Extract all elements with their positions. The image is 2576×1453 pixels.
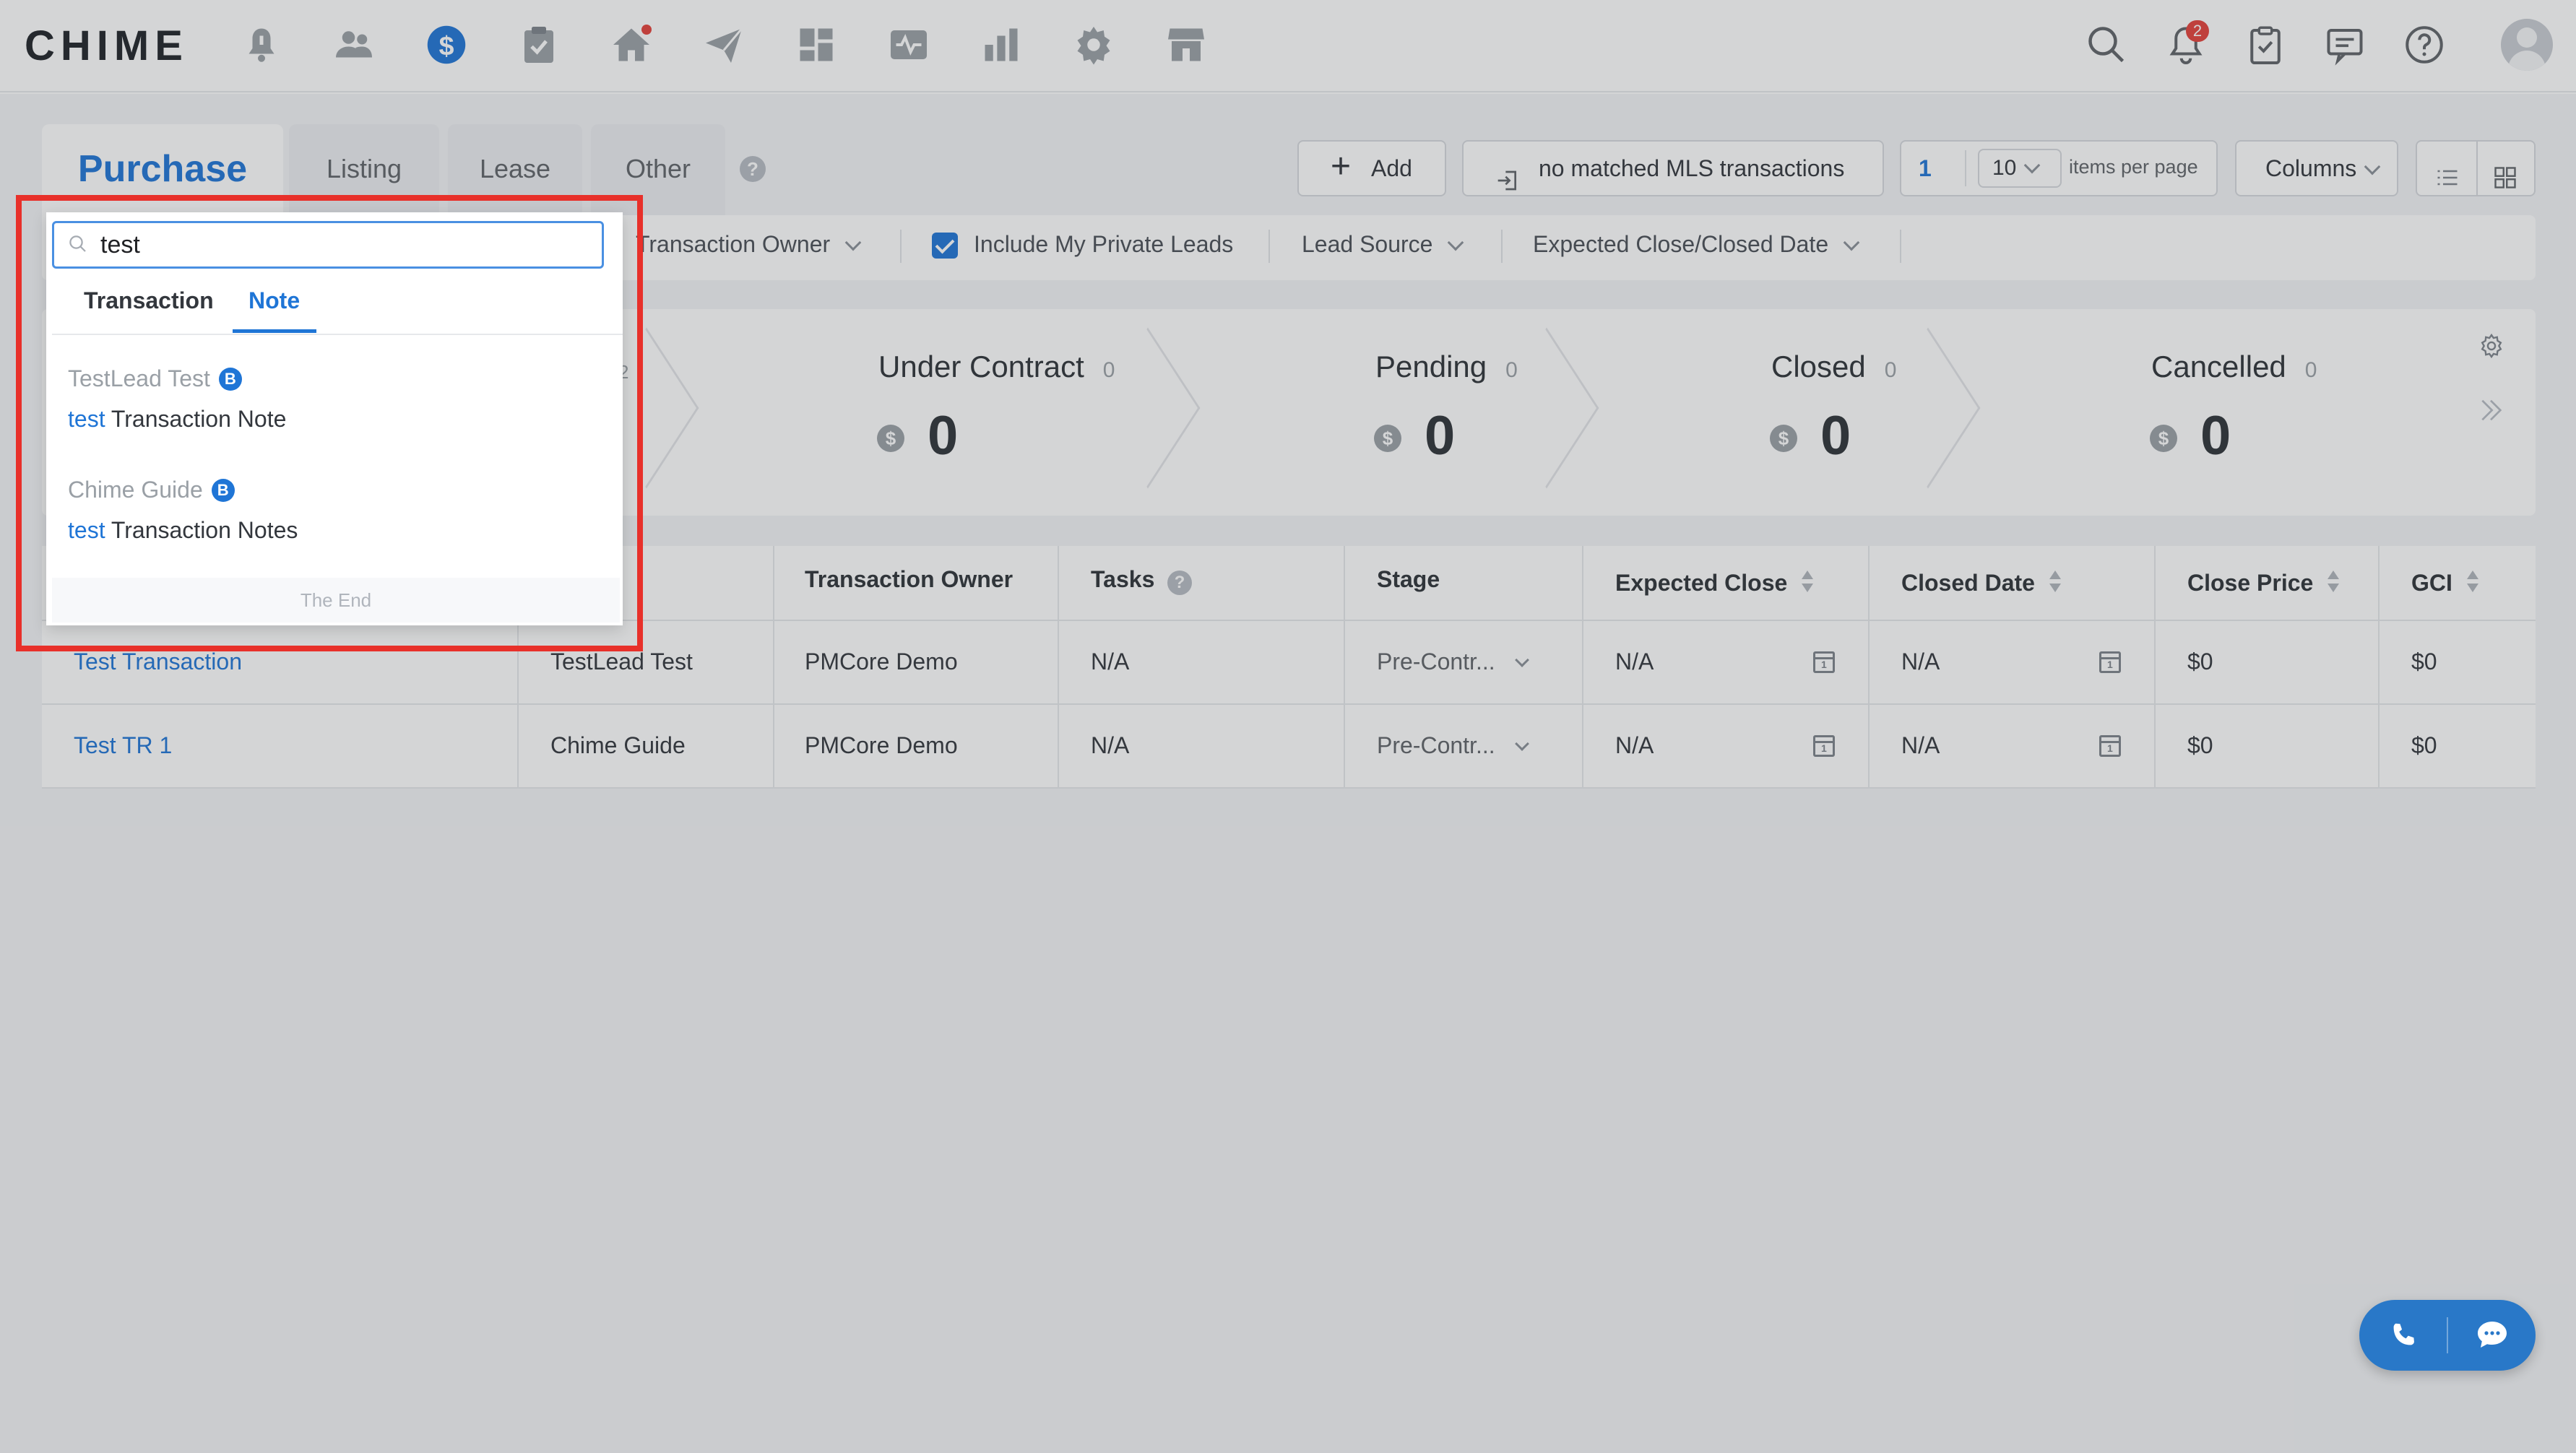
chat-icon[interactable] — [2475, 1317, 2510, 1356]
phone-icon[interactable] — [2387, 1319, 2420, 1356]
highlight-box — [16, 195, 643, 651]
contact-fab — [2359, 1300, 2536, 1371]
